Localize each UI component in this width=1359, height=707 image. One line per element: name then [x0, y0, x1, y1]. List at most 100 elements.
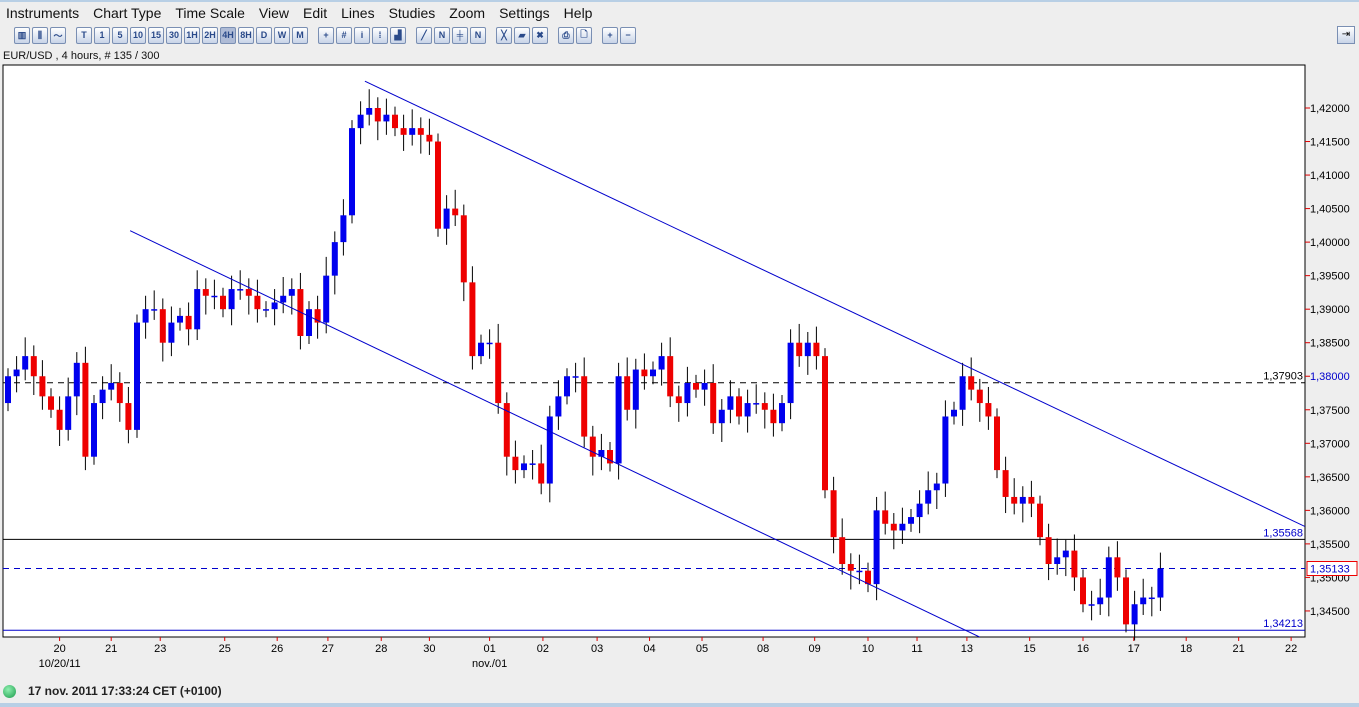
candle-down: [693, 382, 699, 390]
candle-up: [951, 409, 957, 417]
y-tick-label: 1,39000: [1310, 304, 1350, 316]
candle-up: [650, 369, 656, 377]
y-tick-label: 1,40000: [1310, 237, 1350, 249]
candle-up: [22, 356, 29, 370]
candle-down: [761, 403, 768, 410]
candle-down: [847, 564, 854, 571]
candle-up: [1054, 557, 1061, 565]
x-tick-label: 02: [537, 643, 549, 655]
candle-up: [237, 289, 244, 291]
x-tick-label: 09: [809, 643, 821, 655]
candle-down: [245, 289, 252, 296]
candle-down: [675, 396, 682, 404]
candle-down: [538, 463, 545, 484]
candle-up: [65, 396, 72, 430]
x-tick-label: 15: [1024, 643, 1036, 655]
candle-down: [890, 523, 897, 531]
y-tick-label: 1,35500: [1310, 539, 1350, 551]
candle-down: [469, 282, 476, 357]
candle-up: [142, 309, 149, 323]
candle-down: [435, 141, 441, 229]
candle-up: [366, 108, 373, 115]
candle-down: [1114, 557, 1121, 578]
candle-up: [684, 382, 691, 404]
x-date-label: 10/20/11: [39, 658, 81, 670]
candle-up: [942, 416, 949, 484]
candle-up: [486, 342, 493, 345]
candle-down: [400, 128, 407, 135]
candle-up: [108, 382, 115, 390]
candle-down: [736, 396, 742, 417]
candle-up: [546, 416, 553, 484]
y-tick-label: 1,37000: [1310, 438, 1350, 450]
candle-up: [779, 403, 785, 424]
candle-down: [770, 409, 777, 424]
candle-down: [822, 356, 828, 491]
x-tick-label: 20: [53, 643, 65, 655]
candle-down: [185, 315, 192, 330]
candle-up: [1019, 496, 1026, 504]
candle-down: [1071, 550, 1078, 578]
candle-up: [331, 242, 338, 276]
candle-down: [495, 342, 502, 404]
y-tick-label: 1,41500: [1310, 137, 1350, 149]
x-tick-label: 18: [1180, 643, 1192, 655]
candle-down: [968, 376, 975, 390]
horizontal-line-label: 1,35568: [1263, 527, 1303, 539]
candle-up: [73, 362, 80, 397]
candle-down: [48, 396, 54, 410]
candle-down: [1123, 577, 1129, 625]
candle-up: [555, 396, 562, 417]
candle-down: [254, 295, 261, 310]
candle-up: [529, 463, 536, 465]
candle-down: [710, 382, 717, 424]
candle-down: [976, 389, 983, 404]
window-border: [0, 703, 1359, 707]
candle-up: [856, 570, 863, 573]
candle-up: [744, 403, 751, 417]
candle-down: [82, 362, 89, 457]
y-tick-label: 1,38000: [1310, 371, 1350, 383]
candle-up: [925, 490, 932, 504]
price-chart[interactable]: 1,42000 1,41500 1,41000 1,40500 1,40000 1,395…: [0, 0, 1359, 680]
y-tick-label: 1,41000: [1310, 170, 1350, 182]
candle-up: [718, 409, 725, 424]
candle-up: [194, 289, 201, 330]
candle-down: [1028, 496, 1035, 504]
y-tick-label: 1,36000: [1310, 505, 1350, 517]
candle-up: [701, 382, 708, 390]
candle-up: [1088, 604, 1095, 606]
candle-up: [1097, 597, 1104, 605]
connection-status-icon: [3, 684, 16, 698]
candle-down: [417, 128, 424, 135]
x-tick-label: 01: [483, 643, 495, 655]
candle-up: [306, 309, 312, 337]
candle-up: [443, 208, 450, 229]
candle-up: [899, 523, 906, 531]
candle-down: [374, 108, 381, 122]
candle-down: [116, 382, 123, 404]
x-tick-label: 04: [643, 643, 655, 655]
candle-down: [839, 537, 846, 565]
candle-up: [727, 396, 734, 410]
x-tick-label: 25: [219, 643, 231, 655]
x-tick-label: 03: [591, 643, 603, 655]
candle-up: [13, 369, 20, 377]
candle-up: [228, 289, 235, 310]
candle-up: [908, 517, 914, 524]
candle-down: [581, 376, 588, 437]
candle-up: [340, 215, 347, 243]
candle-up: [409, 128, 416, 135]
candle-up: [933, 483, 940, 491]
x-tick-label: 30: [423, 643, 435, 655]
x-tick-label: 23: [154, 643, 166, 655]
candle-up: [383, 114, 390, 122]
server-time: 17 nov. 2011 17:33:24 CET (+0100): [28, 684, 222, 698]
candle-up: [959, 376, 966, 410]
candle-up: [572, 376, 579, 378]
candle-up: [349, 128, 355, 216]
candle-up: [1157, 568, 1164, 598]
candle-up: [521, 463, 527, 471]
candle-up: [357, 114, 364, 129]
candle-down: [460, 215, 467, 283]
